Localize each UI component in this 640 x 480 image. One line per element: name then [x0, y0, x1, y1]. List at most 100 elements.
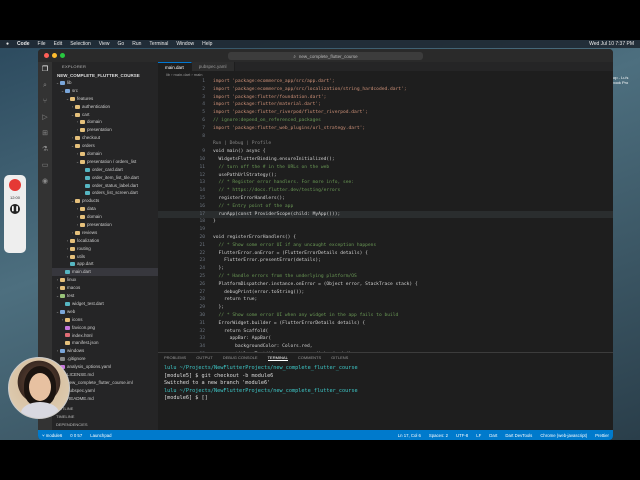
- problems-status[interactable]: 0 0 57: [70, 433, 82, 438]
- tree-item[interactable]: › icons: [52, 316, 158, 324]
- tree-item[interactable]: › authentication: [52, 103, 158, 111]
- status-item[interactable]: UTF-8: [456, 433, 468, 438]
- tree-item[interactable]: › linux: [52, 276, 158, 284]
- tree-item[interactable]: › presentation: [52, 126, 158, 134]
- zoom-window-button[interactable]: [60, 53, 65, 58]
- project-root[interactable]: NEW_COMPLETE_FLUTTER_COURSE: [52, 72, 158, 79]
- status-item[interactable]: Dart DevTools: [505, 433, 532, 438]
- terminal[interactable]: lulu ~/Projects/NewFlutterProjects/new_c…: [158, 362, 613, 406]
- pause-button[interactable]: ❚❚: [10, 204, 20, 214]
- code-text: appBar: AppBar(: [213, 336, 272, 342]
- line-number: 24: [199, 266, 205, 272]
- status-item[interactable]: Ln 17, Col 6: [398, 433, 421, 438]
- tree-item[interactable]: › windows: [52, 347, 158, 355]
- status-item[interactable]: Prettier: [595, 433, 609, 438]
- editor-tabs: main.dart pubspec.yaml: [158, 62, 613, 71]
- tree-item[interactable]: ⌄ web: [52, 308, 158, 316]
- panel-tab-terminal[interactable]: TERMINAL: [267, 355, 288, 361]
- panel-tab-output[interactable]: OUTPUT: [196, 355, 212, 360]
- tree-item[interactable]: ⌄ src: [52, 87, 158, 95]
- launchpad-status[interactable]: Launchpad: [90, 433, 111, 438]
- tree-item-label: presentation: [87, 127, 112, 133]
- code-editor[interactable]: 1 import 'package:ecommerce_app/src/app.d…: [158, 78, 613, 357]
- codelens[interactable]: Run | Debug | Profile: [158, 140, 613, 148]
- run-debug-icon[interactable]: ▷: [42, 114, 49, 121]
- tree-item[interactable]: › data: [52, 205, 158, 213]
- tree-item[interactable]: main.dart: [52, 268, 158, 277]
- tree-item[interactable]: › routing: [52, 245, 158, 253]
- menubar-app-name[interactable]: Code: [17, 41, 30, 47]
- code-text: debugPrint(error.toString());: [213, 289, 305, 295]
- apple-icon[interactable]: ●: [6, 41, 9, 47]
- tree-item[interactable]: analysis_options.yaml: [52, 363, 158, 371]
- tree-item[interactable]: order_card.dart: [52, 166, 158, 174]
- tree-item[interactable]: ⌄ cart: [52, 111, 158, 119]
- tree-item[interactable]: order_item_list_tile.dart: [52, 174, 158, 182]
- tree-item[interactable]: › checkout: [52, 134, 158, 142]
- status-item[interactable]: LF: [476, 433, 481, 438]
- status-item[interactable]: Chrome (web-javascript): [540, 433, 587, 438]
- tree-item[interactable]: › domain: [52, 150, 158, 158]
- line-number: 25: [199, 273, 205, 279]
- tree-item[interactable]: ⌄ test: [52, 292, 158, 300]
- gitlens-icon[interactable]: ◉: [42, 178, 49, 185]
- menu-edit[interactable]: Edit: [54, 41, 63, 47]
- menu-help[interactable]: Help: [202, 41, 212, 47]
- tree-item[interactable]: ⌄ orders: [52, 142, 158, 150]
- source-control-icon[interactable]: ⑂: [42, 98, 49, 105]
- tab-pubspec-yaml[interactable]: pubspec.yaml: [191, 62, 235, 71]
- status-item[interactable]: Spaces: 2: [429, 433, 448, 438]
- tree-item[interactable]: › utils: [52, 253, 158, 261]
- outline-section[interactable]: OUTLINE: [52, 405, 158, 413]
- menu-file[interactable]: File: [38, 41, 46, 47]
- testing-icon[interactable]: ⚗: [42, 146, 49, 153]
- menu-go[interactable]: Go: [118, 41, 125, 47]
- tree-item[interactable]: › presentation: [52, 221, 158, 229]
- panel-tab-comments[interactable]: COMMENTS: [298, 355, 321, 360]
- panel-tab-problems[interactable]: PROBLEMS: [164, 355, 186, 360]
- tree-item[interactable]: › domain: [52, 213, 158, 221]
- command-center-search[interactable]: ⌕ new_complete_flutter_course: [228, 52, 423, 60]
- tree-item[interactable]: widget_test.dart: [52, 300, 158, 308]
- tree-item[interactable]: index.html: [52, 332, 158, 340]
- menu-view[interactable]: View: [99, 41, 110, 47]
- tree-item[interactable]: manifest.json: [52, 339, 158, 347]
- code-line: 30 // * Show some error UI when any widg…: [158, 312, 613, 320]
- minimize-window-button[interactable]: [52, 53, 57, 58]
- tree-item[interactable]: › macos: [52, 284, 158, 292]
- tree-item[interactable]: favicon.png: [52, 324, 158, 332]
- panel-tab-gitlens[interactable]: GITLENS: [331, 355, 348, 360]
- menu-terminal[interactable]: Terminal: [149, 41, 168, 47]
- tree-item[interactable]: › domain: [52, 118, 158, 126]
- record-button[interactable]: [9, 179, 21, 191]
- tree-item[interactable]: ⌄ presentation / orders_list: [52, 158, 158, 166]
- remote-explorer-icon[interactable]: ▭: [42, 162, 49, 169]
- explorer-icon[interactable]: ❐: [42, 66, 49, 73]
- menu-run[interactable]: Run: [132, 41, 141, 47]
- menubar-clock[interactable]: Wed Jul 10 7:37 PM: [589, 41, 634, 47]
- panel-tab-debug-console[interactable]: DEBUG CONSOLE: [223, 355, 258, 360]
- tree-item[interactable]: .gitignore: [52, 355, 158, 363]
- code-line: 23 FlutterError.presentError(details);: [158, 257, 613, 265]
- tree-item[interactable]: ⌄ features: [52, 95, 158, 103]
- code-line: 34 backgroundColor: Colors.red,: [158, 343, 613, 351]
- tab-main-dart[interactable]: main.dart: [158, 62, 192, 71]
- status-item[interactable]: Dart: [489, 433, 497, 438]
- tree-item[interactable]: order_status_label.dart: [52, 182, 158, 190]
- tree-item[interactable]: app.dart: [52, 260, 158, 268]
- tree-item[interactable]: › reviews: [52, 229, 158, 237]
- tree-item[interactable]: ⌄ products: [52, 197, 158, 205]
- search-icon[interactable]: ⌕: [42, 82, 49, 89]
- tree-item[interactable]: › localization: [52, 237, 158, 245]
- git-branch-status[interactable]: ⑂ module6: [42, 433, 62, 438]
- tree-item[interactable]: orders_list_screen.dart: [52, 189, 158, 197]
- dependencies-section[interactable]: DEPENDENCIES: [52, 421, 158, 429]
- close-window-button[interactable]: [44, 53, 49, 58]
- timeline-section[interactable]: TIMELINE: [52, 413, 158, 421]
- menu-selection[interactable]: Selection: [70, 41, 91, 47]
- menu-window[interactable]: Window: [176, 41, 194, 47]
- line-number: 18: [199, 219, 205, 225]
- tree-item[interactable]: ⌄ lib: [52, 79, 158, 87]
- extensions-icon[interactable]: ⊞: [42, 130, 49, 137]
- breadcrumb[interactable]: lib › main.dart › main: [158, 71, 613, 78]
